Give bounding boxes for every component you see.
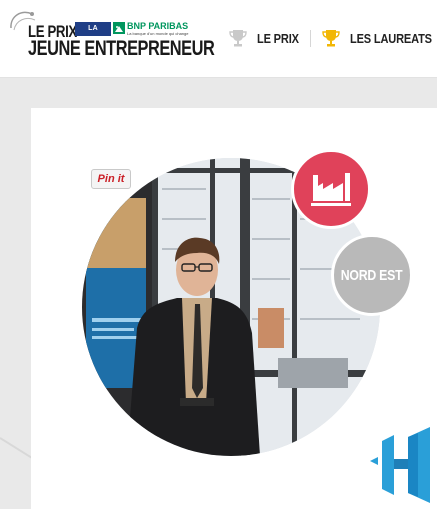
brand-corner-logo[interactable] <box>368 425 432 503</box>
bnp-paribas-name: BNP PARIBAS <box>127 21 189 31</box>
bnp-paribas-star-icon <box>113 22 125 34</box>
site-logo[interactable]: LE PRIX LA TRIBUNE BNP PARIBAS La banque… <box>8 8 215 60</box>
nav-les-laureats[interactable]: LES LAUREATS <box>321 27 437 49</box>
bnp-paribas-tagline: La banque d'un monde qui change <box>127 31 189 36</box>
category-badge <box>291 149 371 229</box>
region-label: NORD EST <box>341 266 403 284</box>
decorative-line <box>0 437 35 461</box>
nav-les-laureats-label: LES LAUREATS <box>350 30 432 46</box>
factory-icon <box>311 173 351 206</box>
nav-le-prix[interactable]: LE PRIX <box>228 27 306 49</box>
site-header: LE PRIX LA TRIBUNE BNP PARIBAS La banque… <box>0 0 437 78</box>
trophy-gold-icon <box>322 30 340 47</box>
region-badge: NORD EST <box>331 234 413 316</box>
logo-line-2: JEUNE ENTREPRENEUR <box>28 37 215 60</box>
la-tribune-logo: LA TRIBUNE <box>75 22 111 46</box>
brand-h-icon <box>370 427 430 503</box>
trophy-outline-icon <box>229 30 247 47</box>
nav-le-prix-label: LE PRIX <box>257 30 299 46</box>
pin-it-button[interactable]: Pin it <box>91 169 131 189</box>
nav-divider <box>310 30 311 47</box>
